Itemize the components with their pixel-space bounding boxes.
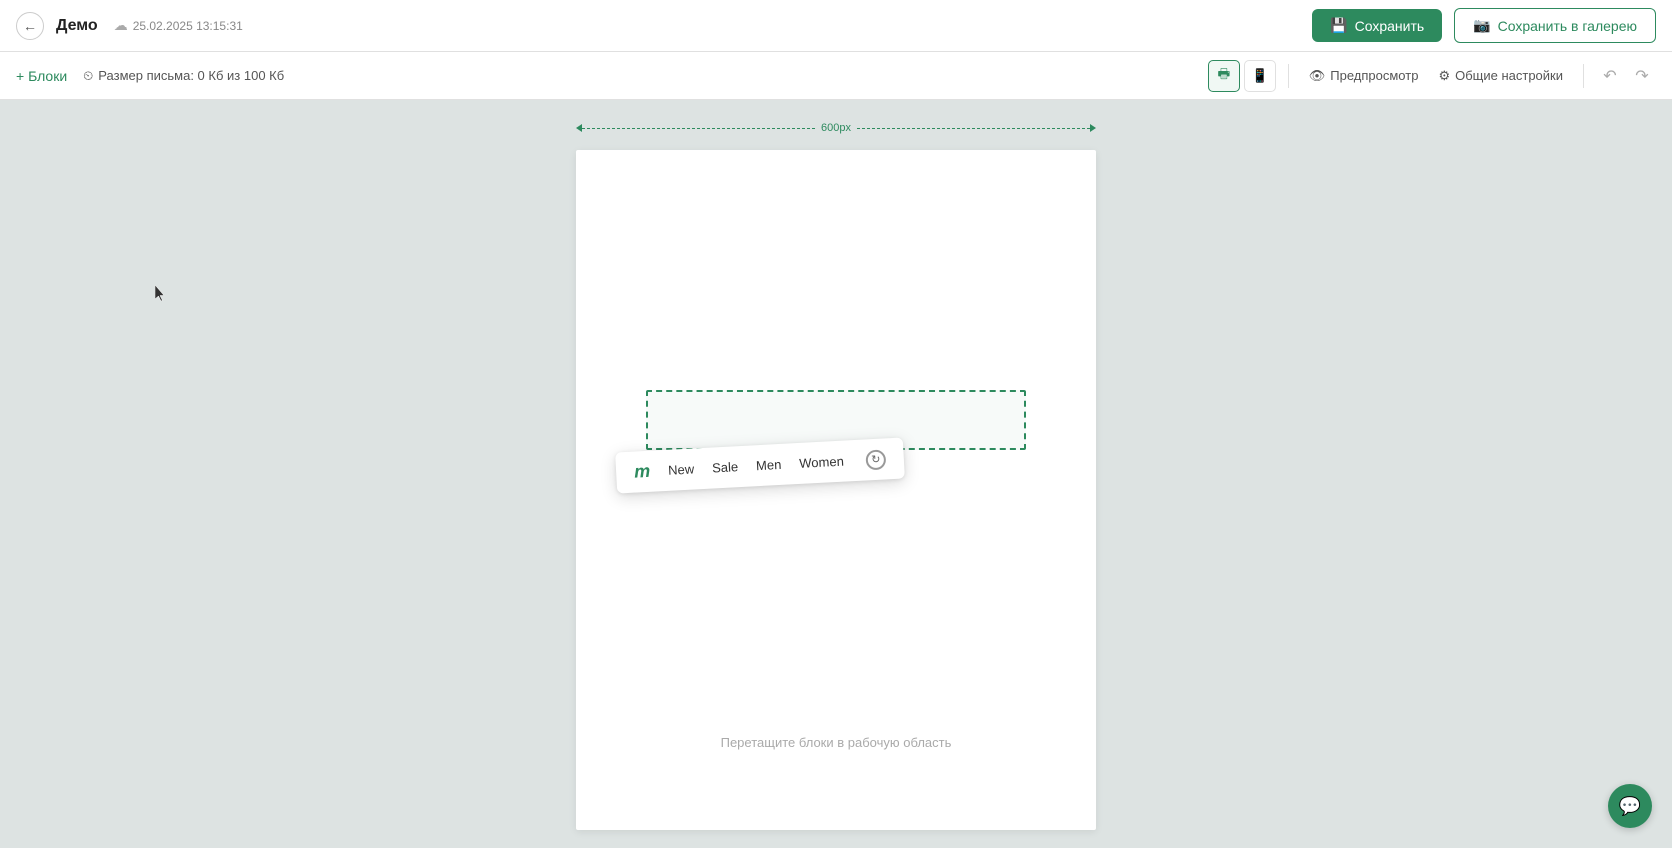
nav-item-new: New xyxy=(668,461,695,477)
save-button[interactable]: 💾 Сохранить xyxy=(1312,9,1442,42)
desktop-icon: 🖶 xyxy=(1217,65,1230,87)
nav-item-women: Women xyxy=(799,454,844,471)
save-icon: 💾 xyxy=(1330,17,1347,34)
desktop-view-button[interactable]: 🖶 xyxy=(1208,60,1240,92)
chat-icon: 💬 xyxy=(1619,796,1641,817)
gear-icon: ⚙ xyxy=(1438,68,1450,84)
width-line-left xyxy=(582,128,815,129)
rotate-handle[interactable]: ↻ xyxy=(865,449,886,470)
nav-item-sale: Sale xyxy=(712,459,739,475)
preview-button[interactable]: 👁 Предпросмотр xyxy=(1301,64,1427,88)
eye-icon: 👁 xyxy=(1309,68,1326,84)
width-line-right xyxy=(857,128,1090,129)
cursor xyxy=(155,285,167,303)
canvas-area: 600px m New Sale Men Women ↻ Пер xyxy=(0,100,1672,848)
clock-icon: ⏲ xyxy=(83,68,93,84)
save-timestamp: ☁ 25.02.2025 13:15:31 xyxy=(114,17,243,34)
chat-button[interactable]: 💬 xyxy=(1608,784,1652,828)
gallery-icon: 📷 xyxy=(1473,17,1490,34)
blocks-button[interactable]: + Блоки xyxy=(16,68,67,84)
nav-card[interactable]: m New Sale Men Women ↻ xyxy=(615,437,905,493)
top-nav: ← Демо ☁ 25.02.2025 13:15:31 💾 Сохранить… xyxy=(0,0,1672,52)
app-title: Демо xyxy=(56,17,98,35)
drop-hint: Перетащите блоки в рабочую область xyxy=(576,735,1096,750)
floating-nav: m New Sale Men Women ↻ xyxy=(616,445,1076,486)
nav-logo: m xyxy=(634,461,651,483)
toolbar-divider-2 xyxy=(1583,64,1584,88)
redo-button[interactable]: ↷ xyxy=(1628,62,1656,90)
back-icon: ← xyxy=(23,18,37,34)
width-arrow-right xyxy=(1090,124,1096,132)
undo-button[interactable]: ↶ xyxy=(1596,62,1624,90)
settings-button[interactable]: ⚙ Общие настройки xyxy=(1430,64,1571,88)
toolbar-right: 🖶 📱 👁 Предпросмотр ⚙ Общие настройки ↶ ↷ xyxy=(1208,60,1656,92)
letter-size-info: ⏲ Размер письма: 0 Кб из 100 Кб xyxy=(83,68,284,84)
toolbar-left: + Блоки ⏲ Размер письма: 0 Кб из 100 Кб xyxy=(16,68,284,84)
save-gallery-button[interactable]: 📷 Сохранить в галерею xyxy=(1454,8,1656,43)
toolbar: + Блоки ⏲ Размер письма: 0 Кб из 100 Кб … xyxy=(0,52,1672,100)
mobile-view-button[interactable]: 📱 xyxy=(1244,60,1276,92)
cloud-icon: ☁ xyxy=(114,17,128,34)
toolbar-divider xyxy=(1288,64,1289,88)
email-canvas: m New Sale Men Women ↻ Перетащите блоки … xyxy=(576,150,1096,830)
width-label: 600px xyxy=(815,122,857,134)
nav-item-men: Men xyxy=(756,457,782,473)
mobile-icon: 📱 xyxy=(1251,68,1268,84)
back-button[interactable]: ← xyxy=(16,12,44,40)
